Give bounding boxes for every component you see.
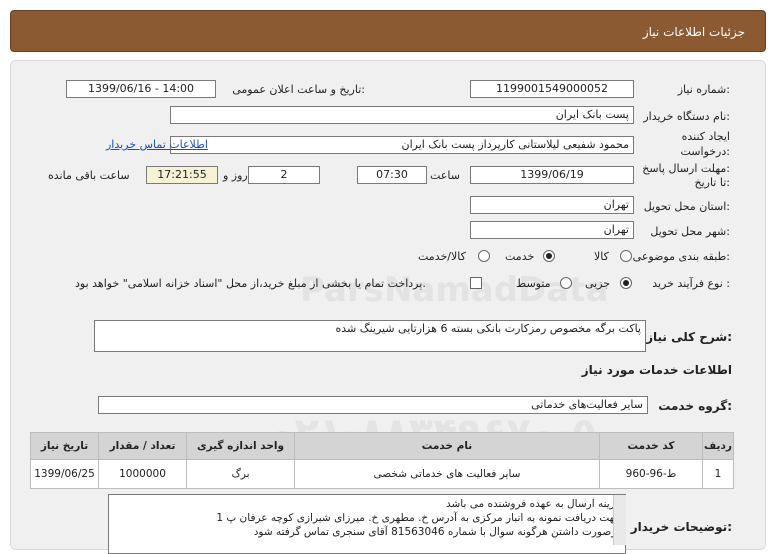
cell-need-date: 1399/06/25: [30, 459, 99, 489]
deadline-label-1: مهلت ارسال پاسخ:: [642, 162, 730, 175]
col-need-date: تاریخ نیاز: [30, 432, 99, 460]
creator-label-2: درخواست:: [680, 145, 731, 158]
col-quantity: تعداد / مقدار: [98, 432, 187, 460]
buyer-notes-line: درصورت داشتن هرگونه سوال با شماره 815630…: [253, 526, 621, 538]
cell-service-name: سایر فعالیت های خدماتی شخصی: [294, 459, 600, 489]
category-label: طبقه بندی موضوعی:: [632, 250, 730, 263]
col-unit: واحد اندازه گیری: [186, 432, 295, 460]
need-number-label: شماره نیاز:: [677, 83, 730, 96]
page-title: جزئیات اطلاعات نیاز: [642, 25, 745, 39]
summary-label: شرح کلی نیاز:: [646, 330, 732, 344]
creator-label-1: ایجاد کننده: [681, 130, 730, 143]
remaining-label: ساعت باقی مانده: [48, 169, 130, 182]
buyer-org-field: پست بانک ایران: [170, 106, 634, 124]
col-service-name: نام خدمت: [294, 432, 600, 460]
cell-quantity: 1000000: [98, 459, 187, 489]
cell-unit: برگ: [186, 459, 295, 489]
buyer-notes-scrollbar[interactable]: [613, 495, 626, 545]
cell-service-code: ط-96-960: [599, 459, 703, 489]
col-service-code: کد خدمت: [599, 432, 703, 460]
deadline-time-field: 07:30: [357, 166, 427, 184]
buyer-notes-line: جهت دریافت نمونه به انبار مرکزی به آدرس …: [216, 512, 621, 524]
page-header: جزئیات اطلاعات نیاز: [10, 10, 766, 52]
announce-field: 1399/06/16 - 14:00: [66, 80, 216, 98]
remaining-time-field: 17:21:55: [146, 166, 218, 184]
announce-label: تاریخ و ساعت اعلان عمومی:: [232, 83, 365, 96]
deadline-label-2: تا تاریخ:: [694, 176, 730, 189]
process-minor-radio[interactable]: [620, 277, 632, 289]
category-goods-service-radio[interactable]: [478, 250, 490, 262]
category-goods-radio[interactable]: [620, 250, 632, 262]
services-table: تاریخ نیاز تعداد / مقدار واحد اندازه گیر…: [30, 432, 734, 489]
buyer-notes-line: هزینه ارسال به عهده فروشنده می باشد: [445, 498, 621, 510]
col-row: ردیف: [702, 432, 734, 460]
service-group-label: گروه خدمت:: [658, 399, 732, 413]
table-row: 1399/06/25 1000000 برگ سایر فعالیت های خ…: [30, 459, 734, 489]
summary-field: پاکت برگه مخصوص رمزکارت بانکی بسته 6 هزا…: [94, 320, 646, 352]
service-group-field: سایر فعالیت‌های خدماتی: [98, 396, 648, 414]
buyer-notes-label: توضیحات خریدار:: [630, 520, 732, 534]
process-medium-label: متوسط: [516, 277, 551, 290]
buyer-contact-link[interactable]: اطلاعات تماس خریدار: [106, 138, 208, 151]
services-section-title: اطلاعات خدمات مورد نیاز: [581, 363, 732, 377]
process-minor-label: جزیی: [585, 277, 611, 290]
treasury-payment-note: پرداخت تمام یا بخشی از مبلغ خرید،از محل …: [75, 277, 426, 290]
buyer-notes-box[interactable]: هزینه ارسال به عهده فروشنده می باشد جهت …: [108, 494, 626, 554]
creator-field: محمود شفیعی لیلاستانی کارپرداز پست بانک …: [170, 136, 634, 154]
days-field: 2: [248, 166, 320, 184]
process-label: نوع فرآیند خرید :: [652, 277, 730, 290]
process-medium-radio[interactable]: [560, 277, 572, 289]
province-label: استان محل تحویل:: [643, 200, 730, 213]
table-header-row: تاریخ نیاز تعداد / مقدار واحد اندازه گیر…: [30, 432, 734, 460]
deadline-hour-label: ساعت: [430, 169, 460, 182]
need-number-field: 1199001549000052: [470, 80, 634, 98]
deadline-date-field: 1399/06/19: [470, 166, 634, 184]
treasury-payment-checkbox[interactable]: [470, 277, 482, 289]
category-service-label: خدمت: [505, 250, 535, 263]
city-label: شهر محل تحویل:: [650, 225, 730, 238]
category-goods-service-label: کالا/خدمت: [418, 250, 466, 263]
city-field: تهران: [470, 221, 634, 239]
buyer-org-label: نام دستگاه خریدار:: [643, 110, 730, 123]
category-goods-label: کالا: [594, 250, 609, 263]
watermark-brand: ParsNamadData: [300, 270, 609, 310]
category-service-radio[interactable]: [543, 250, 555, 262]
cell-row: 1: [702, 459, 734, 489]
province-field: تهران: [470, 196, 634, 214]
days-label: روز و: [223, 169, 248, 182]
